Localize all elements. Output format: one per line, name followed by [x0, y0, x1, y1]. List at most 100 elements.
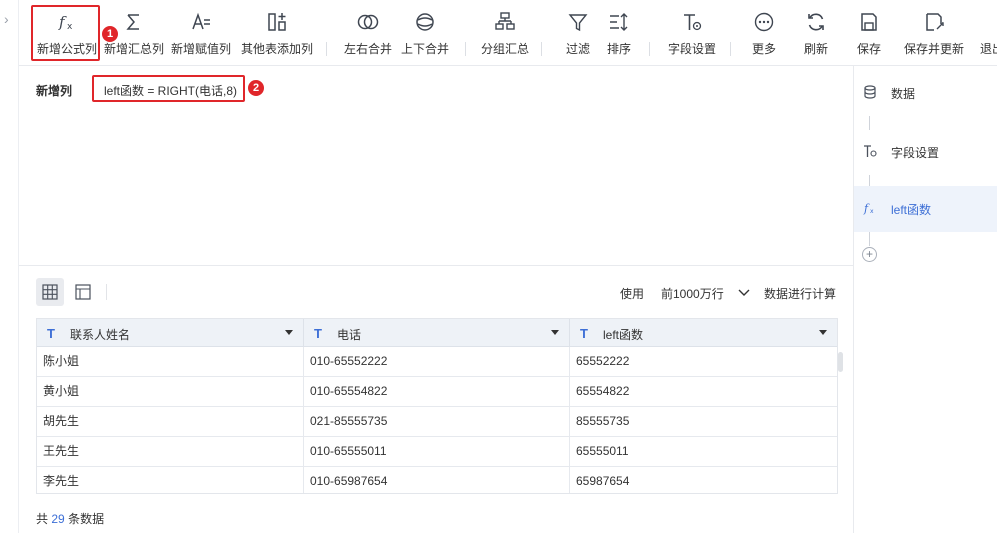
merge-vertical-button[interactable]: 上下合并 [397, 0, 453, 66]
column-header[interactable]: T 电话 [304, 319, 570, 347]
filter-button[interactable]: 过滤 [559, 0, 597, 66]
add-column-from-other-table-button[interactable]: 其他表添加列 [237, 0, 317, 66]
text-type-icon: T [580, 326, 588, 341]
database-icon [863, 85, 877, 99]
layout-view-button[interactable] [69, 278, 97, 306]
annotation-badge-2: 2 [248, 80, 264, 96]
sort-icon [608, 11, 630, 33]
filter-icon [567, 11, 589, 33]
formula-text: left函数 = RIGHT(电话,8) [104, 84, 238, 98]
toolbar-label: 保存并更新 [903, 42, 964, 56]
exit-button[interactable]: 退出 [977, 0, 997, 66]
column-name: 电话 [337, 328, 362, 342]
vertical-scrollbar[interactable] [838, 352, 843, 372]
save-update-icon [923, 11, 945, 33]
add-summary-column-button[interactable]: 新增汇总列 [103, 0, 165, 66]
group-summary-button[interactable]: 分组汇总 [477, 0, 533, 66]
toolbar-label: 退出 [980, 42, 997, 56]
table-cell: 胡先生 [37, 407, 304, 437]
toolbar-separator [326, 42, 327, 56]
formula-editor: 新增列 left函数 = RIGHT(电话,8) 2 [19, 66, 853, 266]
save-button[interactable]: 保存 [850, 0, 888, 66]
sort-button[interactable]: 排序 [600, 0, 638, 66]
table-cell: 010-65555011 [304, 437, 570, 467]
add-assign-column-button[interactable]: 新增赋值列 [170, 0, 232, 66]
field-settings-button[interactable]: 字段设置 [664, 0, 720, 66]
toolbar-label: 过滤 [565, 42, 590, 56]
table-cell: 65555011 [576, 444, 629, 458]
step-connector [869, 232, 870, 246]
more-icon [753, 11, 775, 33]
use-label: 使用 [620, 287, 645, 301]
toolbar-label: 上下合并 [400, 42, 449, 56]
formula-input[interactable]: left函数 = RIGHT(电话,8) [92, 75, 245, 102]
field-settings-icon [681, 11, 703, 33]
table-row[interactable]: 李先生 010-65987654 65987654 [37, 467, 837, 493]
table-cell: 010-65987654 [304, 467, 570, 493]
svg-text:x: x [870, 208, 874, 215]
table-row[interactable]: 王先生 010-65555011 65555011 [37, 437, 837, 467]
step-field-settings[interactable]: 字段设置 [854, 129, 997, 175]
toolbar-label: 其他表添加列 [240, 42, 313, 56]
add-column-icon [266, 11, 288, 33]
table-cell: 85555735 [576, 414, 630, 428]
row-limit-select[interactable]: 前1000万行 [653, 278, 756, 305]
table-row[interactable]: 陈小姐 010-65552222 65552222 [37, 347, 837, 377]
data-grid: T 联系人姓名 T 电话 T left函数 陈小姐 010-65552222 6… [36, 318, 838, 494]
toolbar-label: 新增汇总列 [103, 42, 164, 56]
sigma-icon [123, 11, 145, 33]
column-name: 联系人姓名 [70, 328, 131, 342]
table-cell: 65554822 [576, 384, 630, 398]
column-header[interactable]: T left函数 [570, 319, 837, 347]
table-row[interactable]: 胡先生 021-85555735 85555735 [37, 407, 837, 437]
row-limit-value: 前1000万行 [661, 287, 724, 301]
highlight-box-formula-column [31, 5, 100, 61]
save-and-update-button[interactable]: 保存并更新 [899, 0, 969, 66]
row-count-footer: 共 29 条数据 [36, 510, 104, 527]
table-row[interactable]: 黄小姐 010-65554822 65554822 [37, 377, 837, 407]
footer-prefix: 共 [36, 512, 49, 526]
table-cell: 010-65554822 [304, 377, 570, 407]
app-root: › fx 新增公式列 1 新增汇总列 新增赋值列 其他表添加列 左右合并 上下合… [0, 0, 997, 533]
merge-horizontal-button[interactable]: 左右合并 [340, 0, 396, 66]
calc-label: 数据进行计算 [764, 287, 837, 301]
row-count: 29 [51, 512, 65, 526]
step-label: left函数 [891, 203, 932, 217]
view-separator [106, 284, 107, 300]
toolbar-label: 更多 [751, 42, 776, 56]
table-cell: 65552222 [576, 354, 630, 368]
caret-down-icon[interactable] [551, 330, 559, 335]
step-left-function[interactable]: fx left函数 [854, 186, 997, 232]
more-button[interactable]: 更多 [745, 0, 783, 66]
toolbar-separator [541, 42, 542, 56]
table-cell: 65987654 [576, 474, 630, 488]
steps-pane: 数据 字段设置 fx left函数 + [853, 66, 997, 533]
grid-view-button[interactable] [36, 278, 64, 306]
footer-suffix: 条数据 [68, 512, 105, 526]
table-grid-icon [42, 284, 58, 300]
grid-header: T 联系人姓名 T 电话 T left函数 [37, 319, 837, 347]
toolbar-label: 分组汇总 [480, 42, 529, 56]
field-settings-icon [863, 144, 877, 158]
step-label: 数据 [891, 87, 916, 101]
toolbar-label: 字段设置 [667, 42, 716, 56]
chevron-down-icon [738, 289, 750, 296]
table-cell: 黄小姐 [37, 377, 304, 407]
refresh-icon [805, 11, 827, 33]
chevron-right-icon[interactable]: › [4, 12, 14, 26]
caret-down-icon[interactable] [285, 330, 293, 335]
table-cell: 王先生 [37, 437, 304, 467]
column-header[interactable]: T 联系人姓名 [37, 319, 304, 347]
toolbar: fx 新增公式列 1 新增汇总列 新增赋值列 其他表添加列 左右合并 上下合并 … [19, 0, 997, 66]
merge-horizontal-icon [357, 11, 379, 33]
caret-down-icon[interactable] [819, 330, 827, 335]
step-data[interactable]: 数据 [854, 70, 997, 116]
step-connector [869, 116, 870, 130]
refresh-button[interactable]: 刷新 [797, 0, 835, 66]
add-step-button[interactable]: + [862, 247, 877, 262]
svg-text:f: f [863, 202, 870, 215]
toolbar-separator [465, 42, 466, 56]
save-icon [858, 11, 880, 33]
data-preview: 使用 前1000万行 数据进行计算 T 联系人姓名 T 电话 T left函数 … [19, 266, 853, 533]
left-collapse-strip[interactable]: › [0, 0, 19, 533]
